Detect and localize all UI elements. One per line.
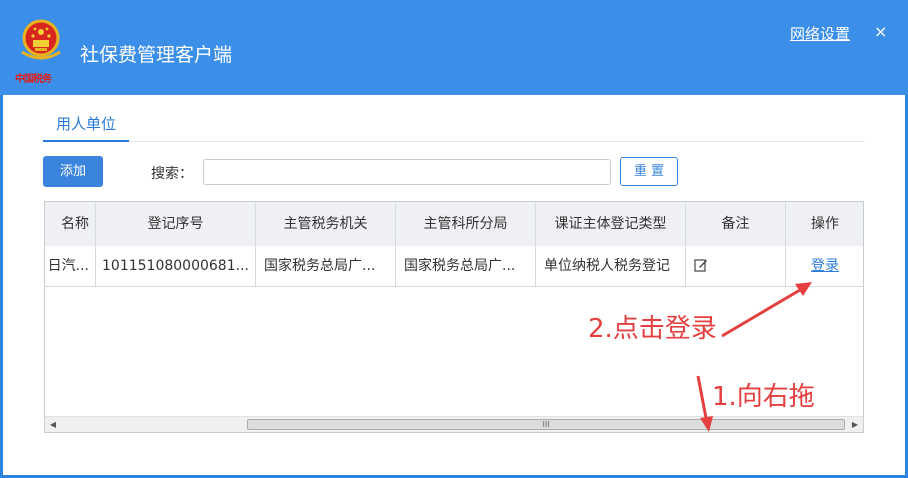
scrollbar-thumb[interactable]: III (247, 419, 845, 430)
column-header-action: 操作 (811, 216, 839, 232)
network-settings-link[interactable]: 网络设置 (790, 23, 850, 44)
close-button[interactable]: × (874, 22, 887, 41)
national-emblem-icon (21, 19, 61, 60)
scroll-right-arrow[interactable]: ▶ (847, 417, 863, 432)
cell-tax-authority: 国家税务总局广... (256, 246, 396, 286)
cell-reg-type: 单位纳税人税务登记 (536, 246, 686, 286)
app-title: 社保费管理客户端 (80, 44, 233, 66)
column-header-reg-no[interactable]: 登记序号 (96, 202, 256, 246)
horizontal-scrollbar[interactable]: ◀ III ▶ (45, 416, 863, 432)
title-bar: 中国税务 社保费管理客户端 网络设置 × (0, 0, 908, 95)
table-header: 名称 登记序号 主管税务机关 主管科所分局 课证主体登记类型 备注 操作 (45, 202, 863, 247)
column-header-remark[interactable]: 备注 (686, 202, 786, 246)
column-header-name[interactable]: 名称 (45, 202, 96, 246)
cell-reg-no: 101151080000681... (96, 246, 256, 286)
cell-branch: 国家税务总局广... (396, 246, 536, 286)
cell-remark (686, 246, 786, 286)
cell-name: 日汽... (45, 246, 96, 286)
annotation-step-1: 1.向右拖 (712, 382, 815, 412)
edit-icon[interactable] (694, 258, 708, 272)
add-button[interactable]: 添加 (43, 156, 103, 187)
table-row[interactable]: 日汽... 101151080000681... 国家税务总局广... 国家税务… (45, 246, 863, 287)
reset-button[interactable]: 重 置 (620, 157, 678, 186)
scroll-left-arrow[interactable]: ◀ (45, 417, 61, 432)
search-label: 搜索： (151, 166, 193, 182)
cell-action: 登录 (786, 246, 863, 286)
emblem-caption: 中国税务 (15, 74, 52, 85)
column-header-branch[interactable]: 主管科所分局 (396, 202, 536, 246)
login-link[interactable]: 登录 (811, 258, 839, 274)
column-header-reg-type[interactable]: 课证主体登记类型 (536, 202, 686, 246)
annotation-step-2: 2.点击登录 (588, 314, 717, 344)
search-input[interactable] (203, 159, 611, 185)
tab-bar: 用人单位 (43, 108, 865, 142)
column-header-tax-authority[interactable]: 主管税务机关 (256, 202, 396, 246)
tab-employer[interactable]: 用人单位 (43, 108, 130, 142)
